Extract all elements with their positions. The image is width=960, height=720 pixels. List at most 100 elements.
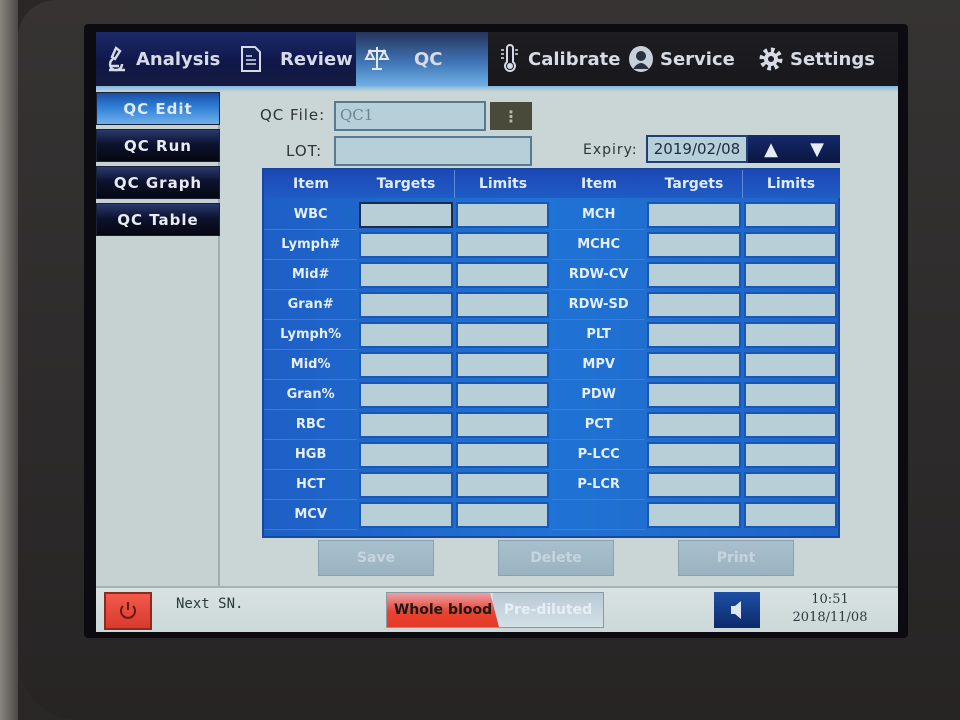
arrow-down-icon: ▼ [810,138,824,160]
table-row: Gran% [264,380,552,410]
clock-date: 2018/11/08 [792,610,868,625]
target-input[interactable] [647,472,741,498]
item-name: Lymph% [264,320,358,350]
qc-file-more-button[interactable]: ⋮ [490,102,532,130]
limit-input[interactable] [743,262,837,288]
nav-calibrate[interactable]: Calibrate [488,32,620,86]
menu-qc-table[interactable]: QC Table [96,203,220,236]
target-input[interactable] [647,382,741,408]
limit-input[interactable] [455,322,549,348]
nav-analysis[interactable]: Analysis [96,32,230,86]
qc-file-label: QC File: [260,106,326,124]
mode-prediluted[interactable]: Pre-diluted [493,593,603,627]
target-input[interactable] [647,412,741,438]
nav-service[interactable]: Service [620,32,750,86]
target-input[interactable] [647,202,741,228]
target-input[interactable] [647,442,741,468]
target-input[interactable] [647,322,741,348]
clock-time: 10:51 [811,592,849,607]
limit-input[interactable] [455,202,549,228]
print-button[interactable]: Print [678,540,794,576]
target-input[interactable] [359,472,453,498]
target-input[interactable] [359,382,453,408]
target-input[interactable] [359,502,453,528]
arrow-up-icon: ▲ [764,138,778,160]
item-name: HCT [264,470,358,500]
qc-file-field[interactable]: QC1 [334,101,486,131]
sample-mode-toggle[interactable]: Whole blood Pre-diluted [386,592,604,628]
microscope-icon [104,44,130,74]
nav-review[interactable]: Review [230,32,356,86]
target-input[interactable] [359,202,453,228]
limit-input[interactable] [455,382,549,408]
limit-input[interactable] [455,352,549,378]
print-label: Print [716,550,756,566]
nav-settings[interactable]: Settings [750,32,898,86]
target-input[interactable] [647,292,741,318]
header-item: Item [581,176,617,192]
expiry-down-button[interactable]: ▼ [794,135,840,163]
mode-whole-blood[interactable]: Whole blood [387,593,499,627]
table-row: RDW-CV [552,260,840,290]
target-input[interactable] [359,292,453,318]
item-name: MCH [552,200,646,230]
target-input[interactable] [359,412,453,438]
limit-input[interactable] [743,352,837,378]
limit-input[interactable] [455,412,549,438]
expiry-up-button[interactable]: ▲ [748,135,794,163]
limit-input[interactable] [743,382,837,408]
nav-calibrate-label: Calibrate [528,48,621,70]
target-input[interactable] [647,352,741,378]
limit-input[interactable] [743,412,837,438]
target-input[interactable] [359,262,453,288]
limit-input[interactable] [455,442,549,468]
limit-input[interactable] [455,472,549,498]
item-name: Lymph# [264,230,358,260]
menu-qc-edit[interactable]: QC Edit [96,92,220,125]
table-row: MPV [552,350,840,380]
limit-input[interactable] [743,502,837,528]
limit-input[interactable] [743,472,837,498]
target-input[interactable] [359,232,453,258]
limit-input[interactable] [743,232,837,258]
save-button[interactable]: Save [318,540,434,576]
item-name: Gran% [264,380,358,410]
status-bar: Next SN. Whole blood Pre-diluted 10:51 2… [96,586,898,632]
target-input[interactable] [359,352,453,378]
limit-input[interactable] [455,232,549,258]
target-input[interactable] [647,502,741,528]
table-row: MCV [264,500,552,530]
target-input[interactable] [647,262,741,288]
document-icon [238,44,264,74]
table-row: Gran# [264,290,552,320]
target-input[interactable] [359,322,453,348]
delete-button[interactable]: Delete [498,540,614,576]
limit-input[interactable] [743,202,837,228]
table-row [552,500,840,530]
table-row: WBC [264,200,552,230]
limit-input[interactable] [455,262,549,288]
lot-field[interactable] [334,136,532,166]
mode-prediluted-label: Pre-diluted [503,602,593,618]
expiry-field[interactable]: 2019/02/08 [646,135,748,163]
target-input[interactable] [647,232,741,258]
volume-button[interactable] [714,592,760,628]
menu-qc-graph[interactable]: QC Graph [96,166,220,199]
expiry-label: Expiry: [583,142,638,158]
next-sn-label: Next SN. [176,596,244,612]
limit-input[interactable] [743,292,837,318]
limit-input[interactable] [743,322,837,348]
limit-input[interactable] [743,442,837,468]
nav-qc-label: QC [414,48,443,70]
table-row: PLT [552,320,840,350]
power-button[interactable] [104,592,152,630]
limit-input[interactable] [455,292,549,318]
menu-qc-run-label: QC Run [124,136,192,155]
item-name: MPV [552,350,646,380]
menu-qc-run[interactable]: QC Run [96,129,220,162]
limit-input[interactable] [455,502,549,528]
nav-qc[interactable]: QC [356,32,488,86]
item-name: RBC [264,410,358,440]
item-name: MCHC [552,230,646,260]
target-input[interactable] [359,442,453,468]
